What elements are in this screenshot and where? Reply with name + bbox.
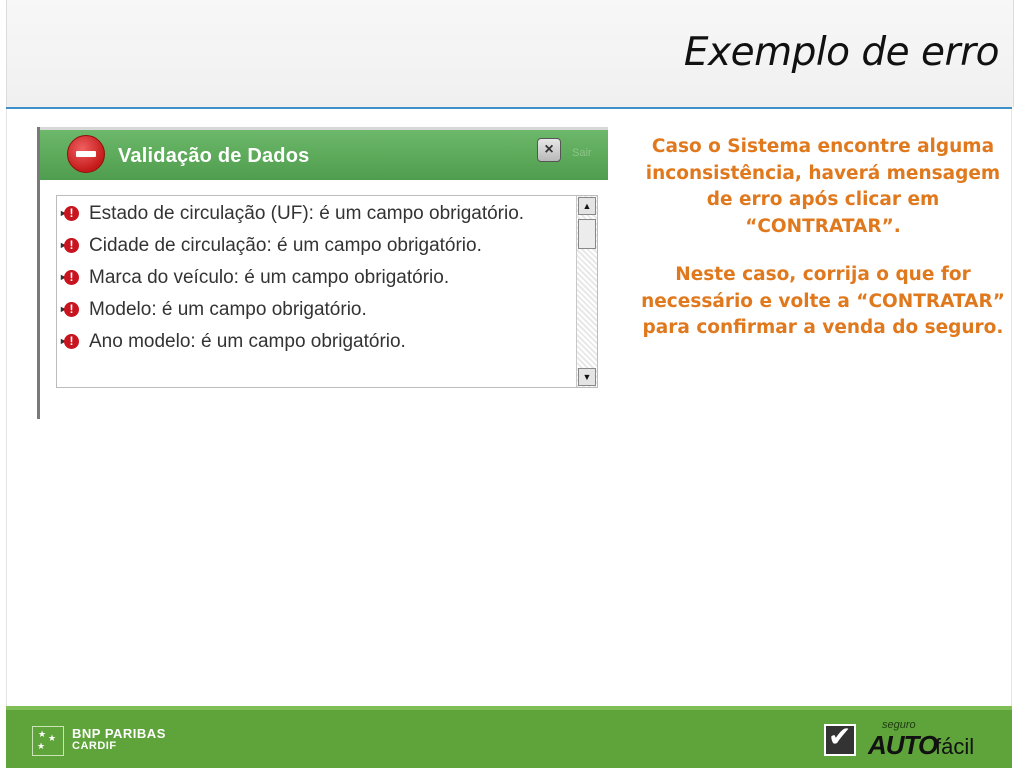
error-list[interactable]: ►!Estado de circulação (UF): é um campo …: [56, 195, 598, 388]
instruction-paragraph-1: Caso o Sistema encontre alguma inconsist…: [645, 136, 1001, 237]
bnp-stars-icon: ★ ★ ★: [32, 726, 64, 756]
brand-subname: CARDIF: [72, 740, 117, 752]
footer: ★★★ BNP PARIBAS CARDIF seguro AUTO fácil: [6, 706, 1012, 768]
dialog-title: Validação de Dados: [118, 145, 310, 167]
list-item: ►!Modelo: é um campo obrigatório.: [59, 298, 574, 321]
error-message: Estado de circulação (UF): é um campo ob…: [89, 203, 525, 224]
product-facil: fácil: [935, 734, 975, 759]
header-divider: [6, 107, 1012, 109]
brand-name: BNP PARIBAS: [72, 726, 166, 741]
error-list-content: ►!Estado de circulação (UF): é um campo …: [59, 202, 574, 362]
scroll-down-icon[interactable]: ▼: [578, 368, 596, 386]
scroll-thumb[interactable]: [578, 219, 596, 249]
stop-icon: [67, 135, 105, 173]
dialog-titlebar[interactable]: Validação de Dados × Sair: [40, 130, 608, 180]
scroll-up-icon[interactable]: ▲: [578, 197, 596, 215]
error-message: Ano modelo: é um campo obrigatório.: [89, 331, 406, 352]
checkmark-icon: [824, 720, 856, 756]
close-icon[interactable]: ×: [537, 138, 561, 162]
left-border: [6, 109, 7, 706]
list-item: ►!Marca do veículo: é um campo obrigatór…: [59, 266, 574, 289]
list-item: ►!Estado de circulação (UF): é um campo …: [59, 202, 574, 225]
instructions: Caso o Sistema encontre alguma inconsist…: [636, 134, 1010, 364]
error-icon: !: [64, 206, 79, 221]
error-icon: !: [64, 270, 79, 285]
footer-stripe: [6, 706, 1012, 710]
error-message: Cidade de circulação: é um campo obrigat…: [89, 235, 482, 256]
product-auto: AUTO: [868, 730, 938, 760]
error-icon: !: [64, 334, 79, 349]
slide-title: Exemplo de erro: [683, 30, 1000, 75]
list-item: ►!Ano modelo: é um campo obrigatório.: [59, 330, 574, 353]
scrollbar[interactable]: ▲ ▼: [576, 196, 597, 387]
right-border: [1011, 109, 1012, 706]
close-label[interactable]: Sair: [572, 147, 592, 159]
error-message: Modelo: é um campo obrigatório.: [89, 299, 367, 320]
instruction-paragraph-2: Neste caso, corrija o que for necessário…: [641, 264, 1005, 338]
error-message: Marca do veículo: é um campo obrigatório…: [89, 267, 450, 288]
error-icon: !: [64, 302, 79, 317]
list-item: ►!Cidade de circulação: é um campo obrig…: [59, 234, 574, 257]
error-icon: !: [64, 238, 79, 253]
slide-header: Exemplo de erro: [6, 0, 1014, 107]
